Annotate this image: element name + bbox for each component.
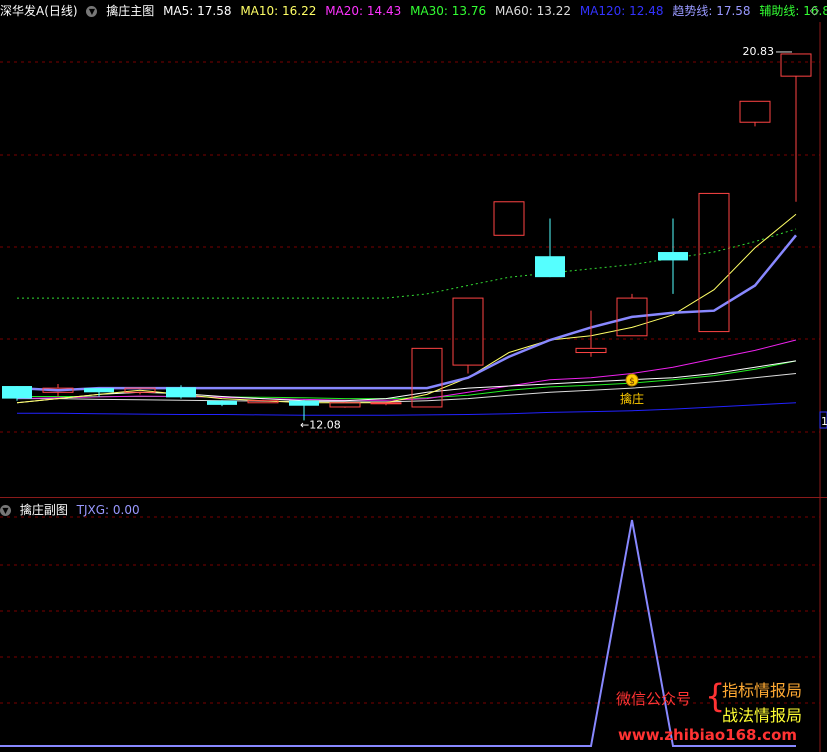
watermark-url: www.zhibiao168.com bbox=[618, 726, 798, 744]
candle-up[interactable] bbox=[739, 100, 771, 123]
watermark-right-bottom: 战法情报局 bbox=[722, 706, 803, 725]
watermark-left: 微信公众号 bbox=[616, 690, 692, 708]
right-edge-label: 1 bbox=[821, 415, 827, 428]
high-price-label: 20.83 bbox=[743, 45, 775, 58]
ma120-line bbox=[17, 402, 797, 416]
candle-up[interactable] bbox=[452, 297, 484, 366]
watermark: 微信公众号 { 指标情报局 战法情报局 www.zhibiao168.com bbox=[614, 676, 826, 746]
candle-down[interactable] bbox=[207, 400, 237, 405]
candle-up[interactable] bbox=[575, 347, 607, 354]
candle-up[interactable] bbox=[370, 402, 402, 405]
candle-down[interactable] bbox=[658, 252, 688, 261]
ma10-line bbox=[16, 213, 797, 404]
candle-down[interactable] bbox=[84, 388, 114, 393]
candle-up[interactable] bbox=[780, 53, 812, 77]
candle-down[interactable] bbox=[535, 256, 565, 278]
low-price-label: ←12.08 bbox=[300, 418, 341, 431]
candle-up[interactable] bbox=[493, 201, 525, 236]
candle-down[interactable] bbox=[166, 387, 196, 398]
signal-label: 擒庄 bbox=[620, 391, 644, 406]
candle-up[interactable] bbox=[329, 402, 361, 408]
watermark-right-top: 指标情报局 bbox=[722, 681, 803, 700]
aux-line bbox=[17, 228, 797, 299]
candlestick-chart[interactable]: 20.83 ←12.08 $ 擒庄 1 bbox=[0, 0, 827, 752]
candle-down[interactable] bbox=[289, 400, 319, 406]
money-bag-glyph: $ bbox=[629, 377, 635, 387]
candle-down[interactable] bbox=[2, 386, 32, 399]
